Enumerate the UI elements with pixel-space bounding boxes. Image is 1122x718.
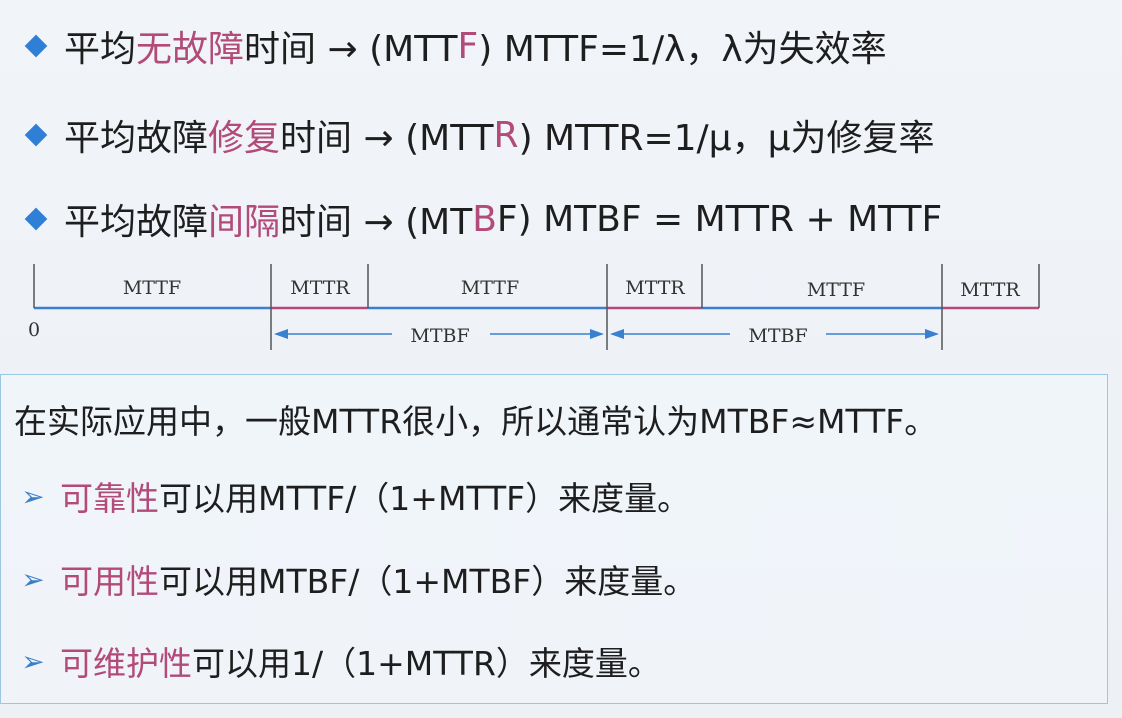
- arrowhead-right-icon: [925, 329, 939, 339]
- segment-label-mttr: MTTR: [290, 277, 350, 299]
- note-rest: 可以用1/（1+MTTR）来度量。: [192, 644, 661, 683]
- mtbf-span-1: MTBF: [274, 325, 604, 347]
- arrow-bullet-icon: ➢: [21, 479, 45, 513]
- highlight-segment: 修复: [208, 118, 281, 159]
- diamond-bullet-icon: [24, 207, 48, 231]
- mtbf-span-2: MTBF: [610, 325, 939, 347]
- text-segment: ) MTTR=1/μ，μ为修复率: [518, 118, 935, 159]
- bullet-line-mtbf: 平均故障 间隔 时间 → (MT B F) MTBF = MTTR + MTTF: [22, 191, 942, 247]
- text-segment: 平均故障: [64, 118, 209, 159]
- arrowhead-right-icon: [590, 329, 604, 339]
- arrow-bullet-icon: ➢: [21, 644, 45, 678]
- note-term: 可用性: [60, 562, 159, 601]
- note-rest: 可以用MTBF/（1+MTBF）来度量。: [159, 562, 697, 601]
- text-segment: F) MTBF = MTTR + MTTF: [496, 198, 943, 240]
- highlight-segment: 无故障: [136, 29, 245, 70]
- note-term: 可靠性: [60, 479, 159, 518]
- note-term: 可维护性: [60, 644, 192, 683]
- text-segment: 时间 → (MTT: [244, 29, 458, 70]
- segment-label-mttf: MTTF: [123, 277, 181, 299]
- segment-label-mttr: MTTR: [960, 279, 1020, 301]
- diamond-bullet-icon: [24, 123, 48, 147]
- highlight-segment: 间隔: [208, 202, 281, 243]
- text-segment: 时间 → (MTT: [280, 118, 494, 159]
- arrowhead-left-icon: [274, 329, 288, 339]
- arrow-bullet-icon: ➢: [21, 562, 45, 596]
- highlight-segment: B: [472, 198, 497, 240]
- segment-label-mttf: MTTF: [807, 279, 865, 301]
- bullet-line-mttr: 平均故障 修复 时间 → (MTT R ) MTTR=1/μ，μ为修复率: [22, 107, 934, 163]
- note-rest: 可以用MTTF/（1+MTTF）来度量。: [159, 479, 691, 518]
- bullet-line-mttf: 平均 无故障 时间 → (MTT F ) MTTF=1/λ，λ为失效率: [22, 18, 887, 74]
- arrowhead-left-icon: [610, 329, 624, 339]
- highlight-segment: F: [457, 25, 479, 67]
- span-label-mtbf: MTBF: [748, 325, 807, 347]
- segment-label-mttr: MTTR: [625, 277, 685, 299]
- text-segment: 时间 → (MT: [280, 202, 473, 243]
- note-item-availability: ➢ 可用性 可以用MTBF/（1+MTBF）来度量。: [20, 555, 696, 603]
- mtbf-timeline-diagram: MTTF MTTR MTTF MTTR MTTF MTTR 0 MTBF MTB…: [28, 264, 1040, 350]
- text-segment: 平均故障: [64, 202, 209, 243]
- highlight-segment: R: [493, 114, 519, 156]
- text-segment: 平均: [64, 29, 137, 70]
- note-intro: 在实际应用中，一般MTTR很小，所以通常认为MTBF≈MTTF。: [14, 402, 938, 441]
- origin-label: 0: [28, 319, 40, 341]
- note-item-maintainability: ➢ 可维护性 可以用1/（1+MTTR）来度量。: [20, 637, 661, 685]
- note-item-reliability: ➢ 可靠性 可以用MTTF/（1+MTTF）来度量。: [20, 472, 690, 520]
- segment-label-mttf: MTTF: [461, 277, 519, 299]
- text-segment: ) MTTF=1/λ，λ为失效率: [478, 29, 887, 70]
- diamond-bullet-icon: [24, 34, 48, 58]
- span-label-mtbf: MTBF: [410, 325, 469, 347]
